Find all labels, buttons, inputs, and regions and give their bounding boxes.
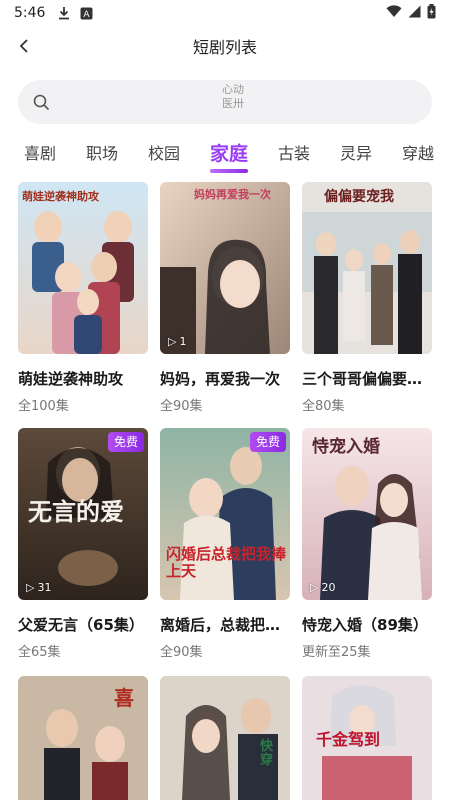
poster-title-art: 恃宠入婚 <box>312 437 380 457</box>
drama-card[interactable]: 恃宠入婚 ▷ 20 恃宠入婚（89集） 更新至25集 <box>302 428 432 660</box>
drama-card[interactable]: 快穿 <box>160 676 290 800</box>
status-time: 5:46 <box>14 5 46 21</box>
tab-workplace[interactable]: 职场 <box>84 140 120 170</box>
poster-title-art: 偏偏要宠我 <box>324 189 394 205</box>
search-input[interactable]: 心动 医卅 <box>18 80 432 124</box>
search-icon <box>32 93 50 111</box>
drama-poster: 萌娃逆袭神助攻 <box>18 182 148 354</box>
poster-title-art: 萌娃逆袭神助攻 <box>22 190 99 203</box>
play-icon: ▷ <box>310 581 319 594</box>
drama-card[interactable]: 无言的爱 免费 ▷ 31 父爱无言（65集） 全65集 <box>18 428 148 660</box>
status-bar: 5:46 A <box>0 0 450 26</box>
free-badge: 免费 <box>107 432 144 452</box>
search-placeholder: 心动 医卅 <box>218 83 248 111</box>
chevron-left-icon <box>19 39 28 53</box>
category-tabs: 喜剧 职场 校园 家庭 古装 灵异 穿越 <box>0 140 450 176</box>
poster-title-art: 千金驾到 <box>316 730 381 749</box>
wifi-icon <box>386 4 402 22</box>
drama-episodes: 全80集 <box>302 399 345 414</box>
drama-card[interactable]: 闪婚后总裁把我捧上天 免费 离婚后，总裁把我捧上天 全90集 <box>160 428 292 660</box>
play-icon: ▷ <box>26 581 35 594</box>
tab-comedy[interactable]: 喜剧 <box>22 140 58 170</box>
drama-poster: 快穿 <box>160 676 290 800</box>
a-badge-icon: A <box>79 6 93 20</box>
play-count-value: 20 <box>321 581 336 594</box>
drama-poster: 喜 <box>18 676 148 800</box>
play-count: ▷ 1 <box>168 335 186 348</box>
tab-label: 校园 <box>147 144 180 163</box>
poster-title-art: 无言的爱 <box>28 498 124 526</box>
tab-supernatural[interactable]: 灵异 <box>338 140 374 170</box>
drama-poster: 偏偏要宠我 <box>302 182 432 354</box>
tab-campus[interactable]: 校园 <box>146 140 182 170</box>
drama-episodes: 全65集 <box>18 645 61 660</box>
download-icon <box>57 6 71 20</box>
tab-label: 古装 <box>277 144 310 163</box>
drama-poster: 妈妈再爱我一次 ▷ 1 <box>160 182 290 354</box>
drama-poster: 闪婚后总裁把我捧上天 免费 <box>160 428 290 600</box>
active-tab-indicator <box>210 169 248 173</box>
tab-label: 职场 <box>85 144 118 163</box>
tab-label: 穿越 <box>401 144 434 163</box>
poster-title-art: 闪婚后总裁把我捧上天 <box>166 545 287 580</box>
drama-card[interactable]: 萌娃逆袭神助攻 萌娃逆袭神助攻 全100集 <box>18 182 148 414</box>
drama-title: 妈妈，再爱我一次 <box>160 370 281 388</box>
play-count: ▷ 31 <box>26 581 51 594</box>
svg-text:A: A <box>83 10 90 20</box>
search-placeholder-line1: 心动 <box>222 83 244 96</box>
drama-poster: 无言的爱 免费 ▷ 31 <box>18 428 148 600</box>
drama-poster: 恃宠入婚 ▷ 20 <box>302 428 432 600</box>
search-placeholder-line2: 医卅 <box>222 97 244 110</box>
free-badge: 免费 <box>249 432 286 452</box>
drama-title: 离婚后，总裁把我捧上天 <box>160 616 292 634</box>
poster-title-art: 妈妈再爱我一次 <box>194 188 271 201</box>
drama-card[interactable]: 千金驾到 <box>302 676 432 800</box>
tab-family[interactable]: 家庭 <box>208 140 250 173</box>
nav-bar: 短剧列表 <box>0 28 450 64</box>
drama-episodes: 更新至25集 <box>302 645 371 660</box>
drama-episodes: 全90集 <box>160 399 203 414</box>
play-count: ▷ 20 <box>310 581 335 594</box>
tab-costume[interactable]: 古装 <box>276 140 312 170</box>
signal-icon <box>408 5 421 22</box>
back-button[interactable] <box>10 32 38 60</box>
drama-card[interactable]: 妈妈再爱我一次 ▷ 1 妈妈，再爱我一次 全90集 <box>160 182 290 414</box>
tab-time-travel[interactable]: 穿越 <box>400 140 436 170</box>
tab-label: 喜剧 <box>23 144 56 163</box>
page-title: 短剧列表 <box>192 38 257 57</box>
drama-title: 父爱无言（65集） <box>18 616 144 634</box>
drama-title: 恃宠入婚（89集） <box>302 616 428 634</box>
drama-episodes: 全100集 <box>18 399 69 414</box>
poster-title-art: 喜 <box>114 686 134 710</box>
play-count-value: 31 <box>37 581 52 594</box>
drama-poster: 千金驾到 <box>302 676 432 800</box>
drama-title: 萌娃逆袭神助攻 <box>18 370 124 388</box>
battery-icon <box>427 3 436 23</box>
tab-label: 家庭 <box>209 143 248 165</box>
drama-card[interactable]: 喜 <box>18 676 148 800</box>
play-count-value: 1 <box>179 335 187 348</box>
tab-label: 灵异 <box>339 144 372 163</box>
poster-title-art: 快穿 <box>260 739 274 768</box>
play-icon: ▷ <box>168 335 177 348</box>
drama-title: 三个哥哥偏偏要宠我 <box>302 370 434 388</box>
drama-episodes: 全90集 <box>160 645 203 660</box>
drama-card[interactable]: 偏偏要宠我 三个哥哥偏偏要宠我 全80集 <box>302 182 434 414</box>
